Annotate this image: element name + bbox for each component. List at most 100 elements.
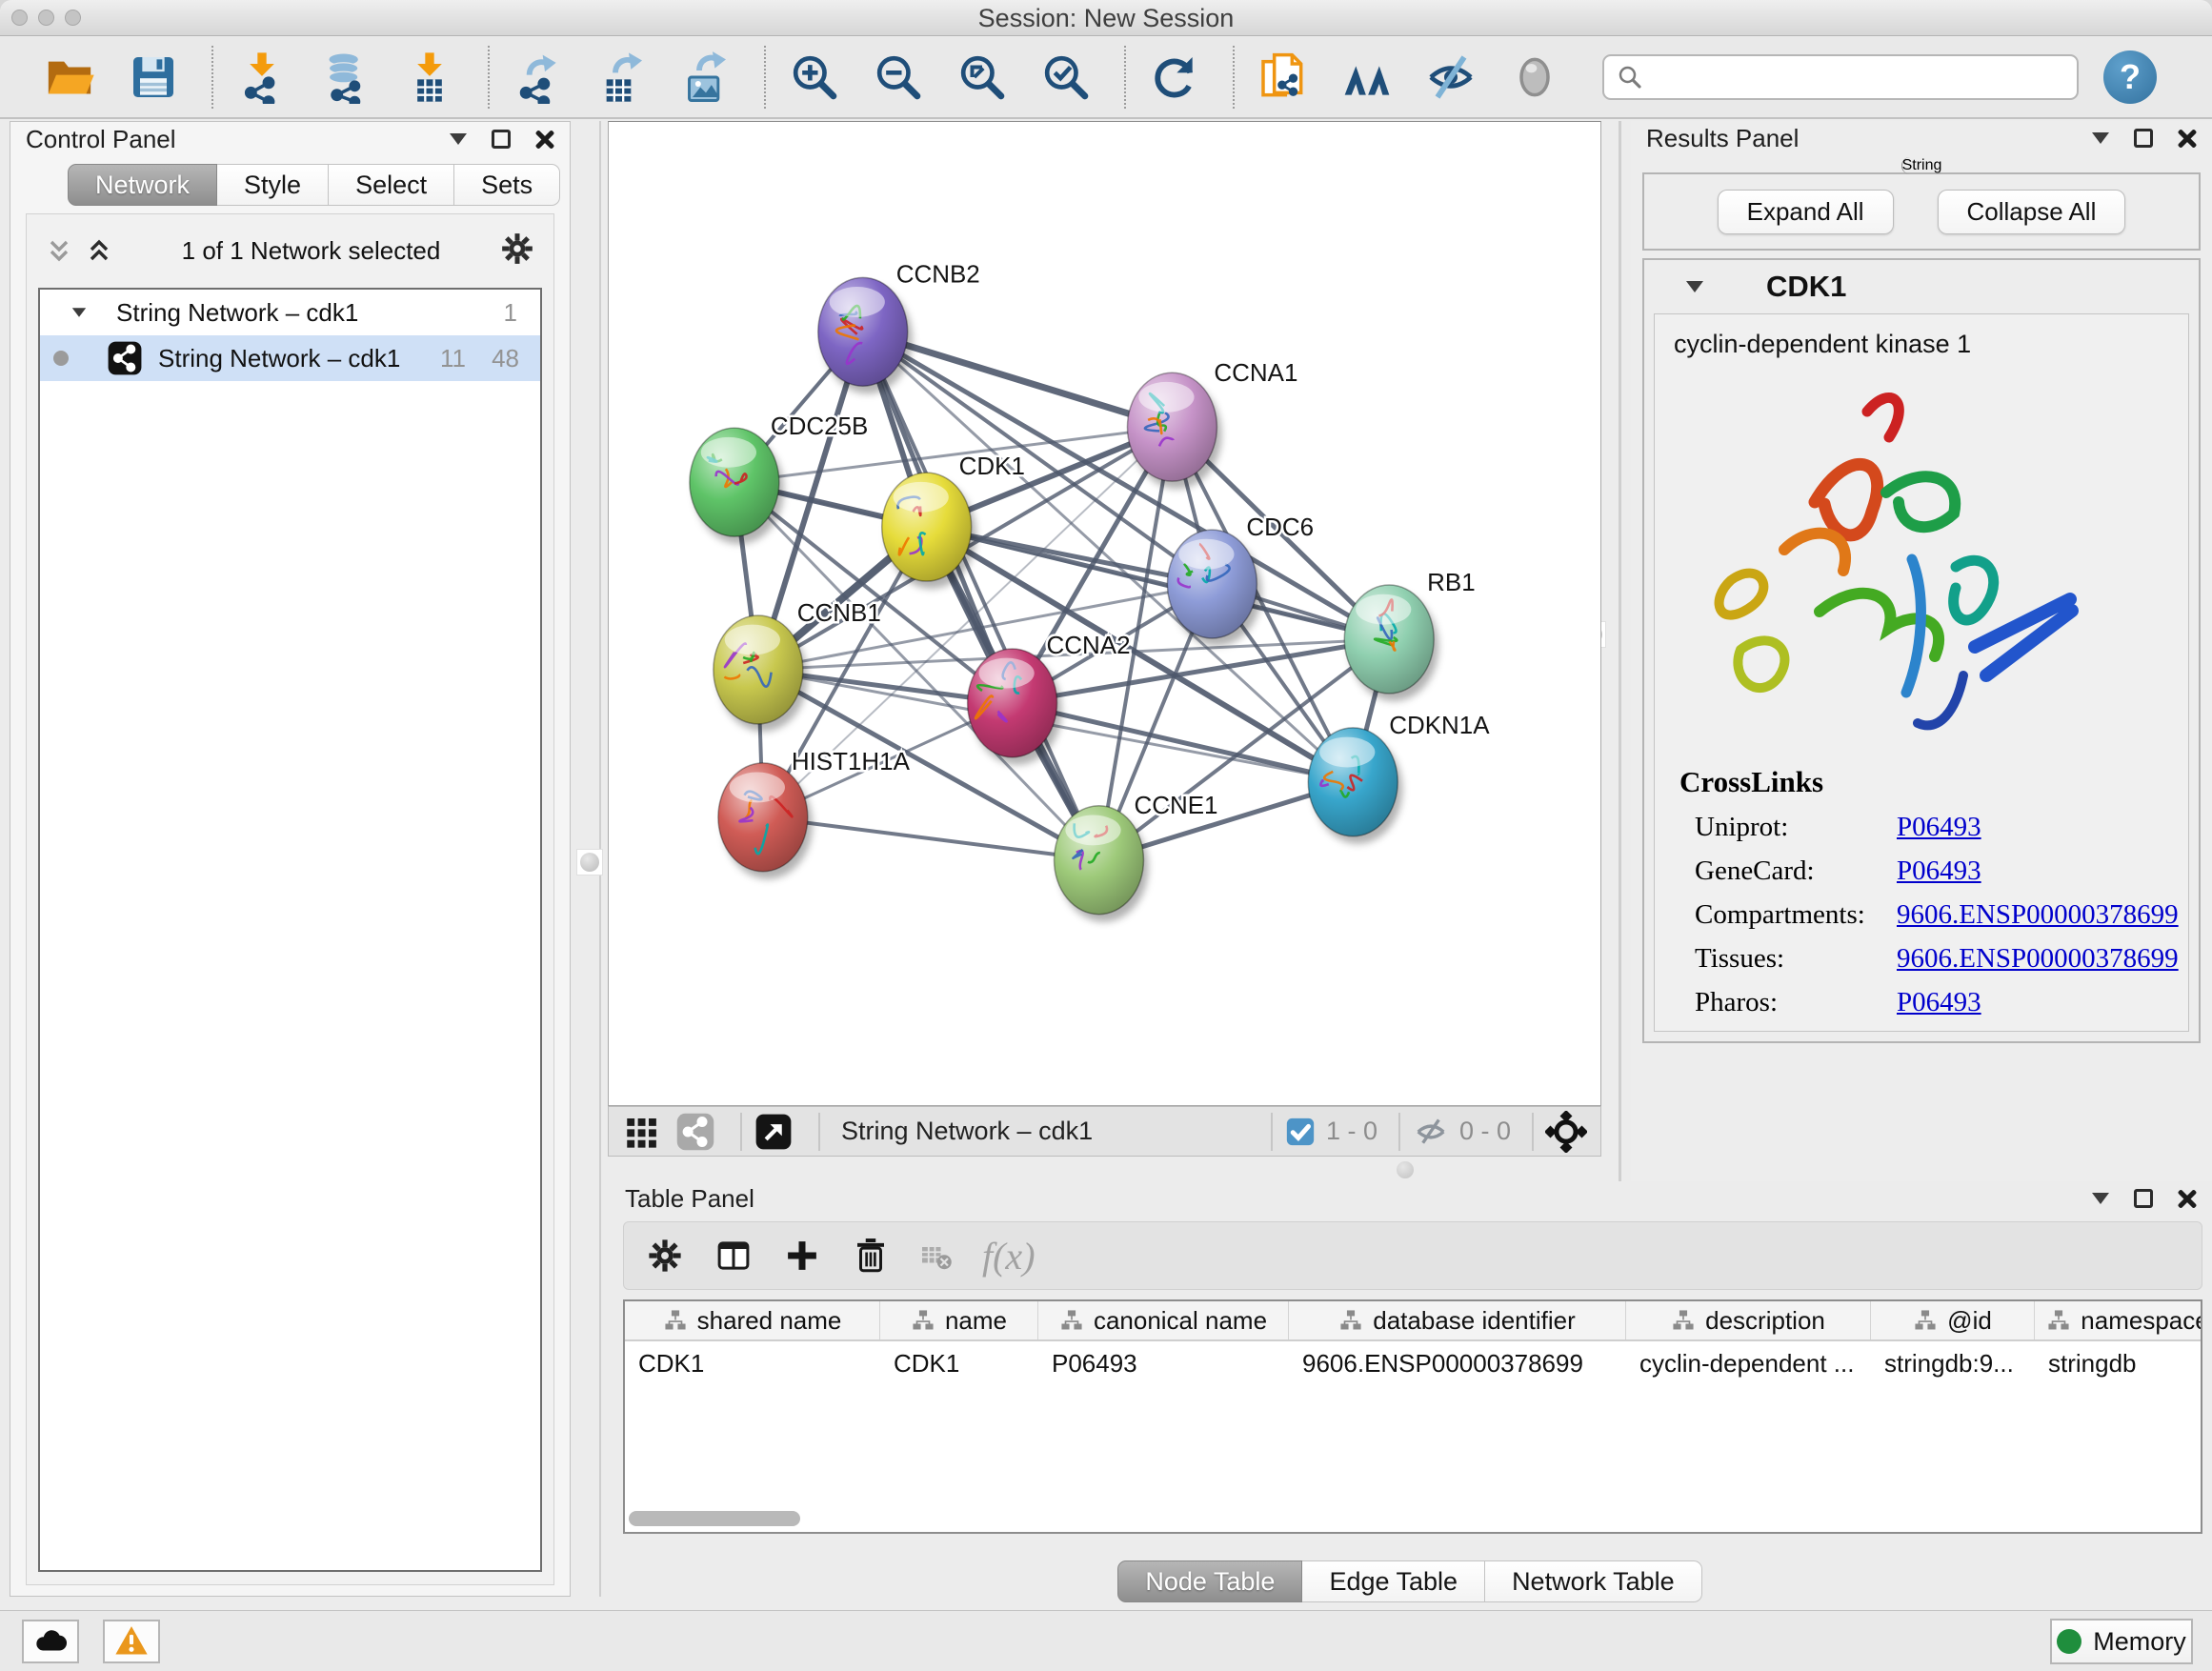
tab-network[interactable]: Network — [68, 164, 217, 206]
import-table-button[interactable] — [400, 48, 459, 107]
export-image-button[interactable] — [676, 48, 735, 107]
memory-button[interactable]: Memory — [2050, 1619, 2193, 1664]
crosslink-tissues-link[interactable]: 9606.ENSP00000378699 — [1897, 943, 2179, 975]
search-field[interactable] — [1602, 54, 2079, 100]
refresh-layout-button[interactable] — [1145, 48, 1204, 107]
column-header-id[interactable]: @id — [1871, 1301, 2035, 1339]
string-style-icon[interactable] — [675, 1112, 715, 1152]
network-edge-CCNA2-CDKN1A[interactable] — [1013, 703, 1354, 782]
network-node-CCNA1[interactable] — [1127, 372, 1221, 489]
crosslink-uniprot-link[interactable]: P06493 — [1897, 812, 1981, 843]
create-column-icon[interactable] — [782, 1236, 822, 1276]
zoom-fit-button[interactable] — [953, 48, 1012, 107]
column-header-name[interactable]: name — [880, 1301, 1038, 1339]
panel-menu-icon[interactable] — [2092, 132, 2109, 144]
column-header-description[interactable]: description — [1626, 1301, 1871, 1339]
open-in-window-icon[interactable] — [754, 1112, 794, 1152]
export-network-button[interactable] — [509, 48, 568, 107]
horizontal-scrollbar-thumb[interactable] — [629, 1511, 800, 1526]
node-label-CDK1: CDK1 — [959, 452, 1025, 480]
network-node-CCNA2[interactable] — [968, 649, 1062, 765]
import-network-button[interactable] — [232, 48, 292, 107]
network-node-CDC25B[interactable] — [690, 428, 784, 544]
network-edge-HIST1H1A-CCNE1[interactable] — [763, 817, 1099, 860]
tab-network-table[interactable]: Network Table — [1485, 1560, 1702, 1602]
column-header-namespace[interactable]: namespace — [2035, 1301, 2202, 1339]
zoom-in-button[interactable] — [785, 48, 844, 107]
column-header-database-identifier[interactable]: database identifier — [1289, 1301, 1626, 1339]
toolbar-separator — [1124, 46, 1126, 109]
network-overview-button[interactable] — [1337, 48, 1397, 107]
table-options-gear-icon[interactable] — [645, 1236, 685, 1276]
zoom-selected-button[interactable] — [1036, 48, 1096, 107]
hidden-eye-icon[interactable] — [1412, 1113, 1450, 1151]
network-options-button[interactable] — [498, 230, 536, 272]
tab-string[interactable]: String — [1901, 157, 1942, 174]
left-split-grip[interactable] — [576, 849, 603, 876]
network-node-CDC6[interactable] — [1167, 530, 1261, 646]
network-node-CCNE1[interactable] — [1055, 806, 1149, 922]
network-edge-CCNB2-CCNE1[interactable] — [863, 332, 1099, 859]
show-columns-icon[interactable] — [714, 1236, 754, 1276]
crosslink-label: Pharos: — [1695, 987, 1897, 1018]
warnings-button[interactable] — [103, 1620, 160, 1663]
network-row-selected[interactable]: String Network – cdk1 11 48 — [40, 335, 540, 381]
delete-column-icon[interactable] — [851, 1236, 891, 1276]
network-list: String Network – cdk1 1 String Network –… — [38, 288, 542, 1572]
expand-all-networks-icon[interactable] — [84, 236, 114, 267]
close-panel-icon[interactable] — [535, 130, 554, 149]
crosslink-label: GeneCard: — [1695, 856, 1897, 887]
current-network-dot — [53, 351, 69, 366]
zoom-out-button[interactable] — [869, 48, 928, 107]
float-panel-icon[interactable] — [2134, 129, 2153, 148]
show-graphics-button[interactable] — [1505, 48, 1564, 107]
selected-checkbox-icon[interactable] — [1284, 1116, 1317, 1148]
float-panel-icon[interactable] — [492, 130, 511, 149]
bottom-split-grip[interactable] — [1397, 1161, 1414, 1178]
search-input[interactable] — [1654, 64, 2065, 91]
cloud-status-button[interactable] — [22, 1620, 79, 1663]
close-panel-icon[interactable] — [2178, 129, 2197, 148]
column-header-shared-name[interactable]: shared name — [625, 1301, 880, 1339]
tab-sets[interactable]: Sets — [454, 164, 560, 206]
fit-selected-crosshair-icon[interactable] — [1545, 1111, 1587, 1153]
gene-entry-header[interactable]: CDK1 — [1644, 260, 2199, 313]
panel-menu-icon[interactable] — [450, 133, 467, 145]
database-icon — [319, 50, 372, 104]
close-panel-icon[interactable] — [2178, 1189, 2197, 1208]
network-collection-row[interactable]: String Network – cdk1 1 — [40, 290, 540, 335]
expand-all-button[interactable]: Expand All — [1718, 190, 1894, 234]
import-network-from-database-button[interactable] — [316, 48, 375, 107]
float-panel-icon[interactable] — [2134, 1189, 2153, 1208]
panel-menu-icon[interactable] — [2092, 1193, 2109, 1204]
clone-network-button[interactable] — [1254, 48, 1313, 107]
collection-expand-icon[interactable] — [72, 308, 86, 317]
tab-select[interactable]: Select — [329, 164, 454, 206]
tab-style[interactable]: Style — [217, 164, 329, 206]
tab-node-table[interactable]: Node Table — [1117, 1560, 1302, 1602]
crosslink-compartments-link[interactable]: 9606.ENSP00000378699 — [1897, 899, 2179, 931]
node-table: shared namenamecanonical namedatabase id… — [623, 1299, 2202, 1534]
grid-view-icon[interactable] — [622, 1112, 662, 1152]
column-header-canonical-name[interactable]: canonical name — [1038, 1301, 1289, 1339]
network-node-CDK1[interactable] — [882, 473, 976, 589]
save-session-button[interactable] — [124, 48, 183, 107]
export-table-button[interactable] — [593, 48, 652, 107]
hide-graphics-button[interactable] — [1421, 48, 1480, 107]
collapse-all-networks-icon[interactable] — [44, 236, 74, 267]
network-node-CDKN1A[interactable] — [1308, 728, 1402, 844]
network-view-canvas[interactable]: CCNB2CCNA1CDC25BCDK1CDC6RB1CCNB1CCNA2CDK… — [608, 121, 1601, 1106]
help-button[interactable]: ? — [2103, 50, 2157, 104]
table-row[interactable]: CDK1CDK1P064939606.ENSP00000378699cyclin… — [625, 1341, 2201, 1385]
network-node-CCNB1[interactable] — [714, 615, 808, 732]
table-cell: stringdb:9... — [1871, 1341, 2035, 1385]
network-node-CCNB2[interactable] — [818, 277, 913, 393]
open-session-button[interactable] — [40, 48, 99, 107]
crosslink-genecard-link[interactable]: P06493 — [1897, 856, 1981, 887]
collapse-entry-icon[interactable] — [1686, 281, 1703, 292]
tab-edge-table[interactable]: Edge Table — [1302, 1560, 1485, 1602]
collapse-all-button[interactable]: Collapse All — [1938, 190, 2126, 234]
crosslink-pharos-link[interactable]: P06493 — [1897, 987, 1981, 1018]
network-node-RB1[interactable] — [1344, 585, 1438, 701]
network-node-HIST1H1A[interactable] — [718, 763, 813, 879]
